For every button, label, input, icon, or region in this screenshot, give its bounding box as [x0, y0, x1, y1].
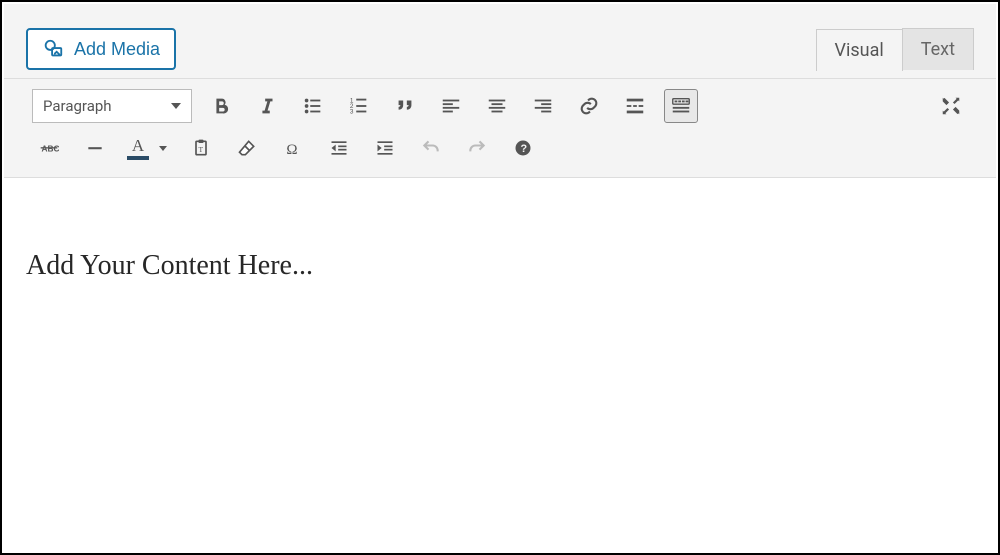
editor-content-area[interactable]: Add Your Content Here...	[4, 178, 996, 551]
link-icon	[578, 95, 600, 117]
paste-text-button[interactable]: T	[184, 131, 218, 165]
undo-icon	[421, 138, 441, 158]
svg-text:T: T	[199, 145, 204, 154]
chevron-down-icon	[159, 146, 167, 151]
blockquote-button[interactable]	[388, 89, 422, 123]
format-select-label: Paragraph	[43, 97, 112, 115]
quote-icon	[394, 95, 416, 117]
toolbar-row-2: ABC A T	[32, 127, 968, 169]
italic-icon	[256, 95, 278, 117]
toolbar-toggle-button[interactable]	[664, 89, 698, 123]
bulleted-list-button[interactable]	[296, 89, 330, 123]
read-more-button[interactable]	[618, 89, 652, 123]
read-more-icon	[624, 95, 646, 117]
editor-toolbar: Paragraph 123	[4, 79, 996, 178]
redo-icon	[467, 138, 487, 158]
expand-icon	[940, 95, 962, 117]
media-icon	[42, 38, 64, 60]
strikethrough-icon: ABC	[39, 138, 59, 158]
redo-button[interactable]	[460, 131, 494, 165]
svg-text:3: 3	[350, 108, 354, 115]
editor-tabs: Visual Text	[817, 28, 974, 70]
editor-window: Add Media Visual Text Paragraph	[0, 0, 1000, 555]
clear-formatting-button[interactable]	[230, 131, 264, 165]
outdent-icon	[329, 138, 349, 158]
minus-icon	[85, 138, 105, 158]
align-left-button[interactable]	[434, 89, 468, 123]
svg-text:Ω: Ω	[286, 142, 297, 158]
strikethrough-button[interactable]: ABC	[32, 131, 66, 165]
undo-button[interactable]	[414, 131, 448, 165]
list-ul-icon	[302, 95, 324, 117]
text-color-bar	[127, 156, 149, 160]
align-center-button[interactable]	[480, 89, 514, 123]
align-center-icon	[486, 95, 508, 117]
toolbar-toggle-icon	[670, 95, 692, 117]
eraser-icon	[237, 138, 257, 158]
tab-text[interactable]: Text	[902, 28, 974, 70]
list-ol-icon: 123	[348, 95, 370, 117]
text-color-button[interactable]: A	[124, 133, 152, 163]
editor-header: Add Media Visual Text	[4, 4, 996, 79]
align-right-icon	[532, 95, 554, 117]
format-select[interactable]: Paragraph	[32, 89, 192, 123]
italic-button[interactable]	[250, 89, 284, 123]
clipboard-icon: T	[191, 138, 211, 158]
add-media-button[interactable]: Add Media	[26, 28, 176, 70]
text-color-letter-icon: A	[132, 136, 144, 156]
bold-button[interactable]	[204, 89, 238, 123]
indent-icon	[375, 138, 395, 158]
special-character-button[interactable]: Ω	[276, 131, 310, 165]
align-left-icon	[440, 95, 462, 117]
omega-icon: Ω	[283, 138, 303, 158]
tab-visual[interactable]: Visual	[816, 29, 903, 71]
text-color-picker: A	[124, 133, 172, 163]
toolbar-row-1: Paragraph 123	[32, 85, 968, 127]
editor-text[interactable]: Add Your Content Here...	[26, 250, 980, 282]
help-icon: ?	[513, 138, 533, 158]
align-right-button[interactable]	[526, 89, 560, 123]
chevron-down-icon	[171, 103, 181, 109]
insert-link-button[interactable]	[572, 89, 606, 123]
fullscreen-button[interactable]	[934, 89, 968, 123]
help-button[interactable]: ?	[506, 131, 540, 165]
numbered-list-button[interactable]: 123	[342, 89, 376, 123]
bold-icon	[210, 95, 232, 117]
horizontal-rule-button[interactable]	[78, 131, 112, 165]
add-media-label: Add Media	[74, 39, 160, 60]
outdent-button[interactable]	[322, 131, 356, 165]
svg-text:?: ?	[521, 143, 528, 155]
text-color-dropdown[interactable]	[154, 133, 172, 163]
indent-button[interactable]	[368, 131, 402, 165]
editor-inner: Add Media Visual Text Paragraph	[4, 4, 996, 551]
